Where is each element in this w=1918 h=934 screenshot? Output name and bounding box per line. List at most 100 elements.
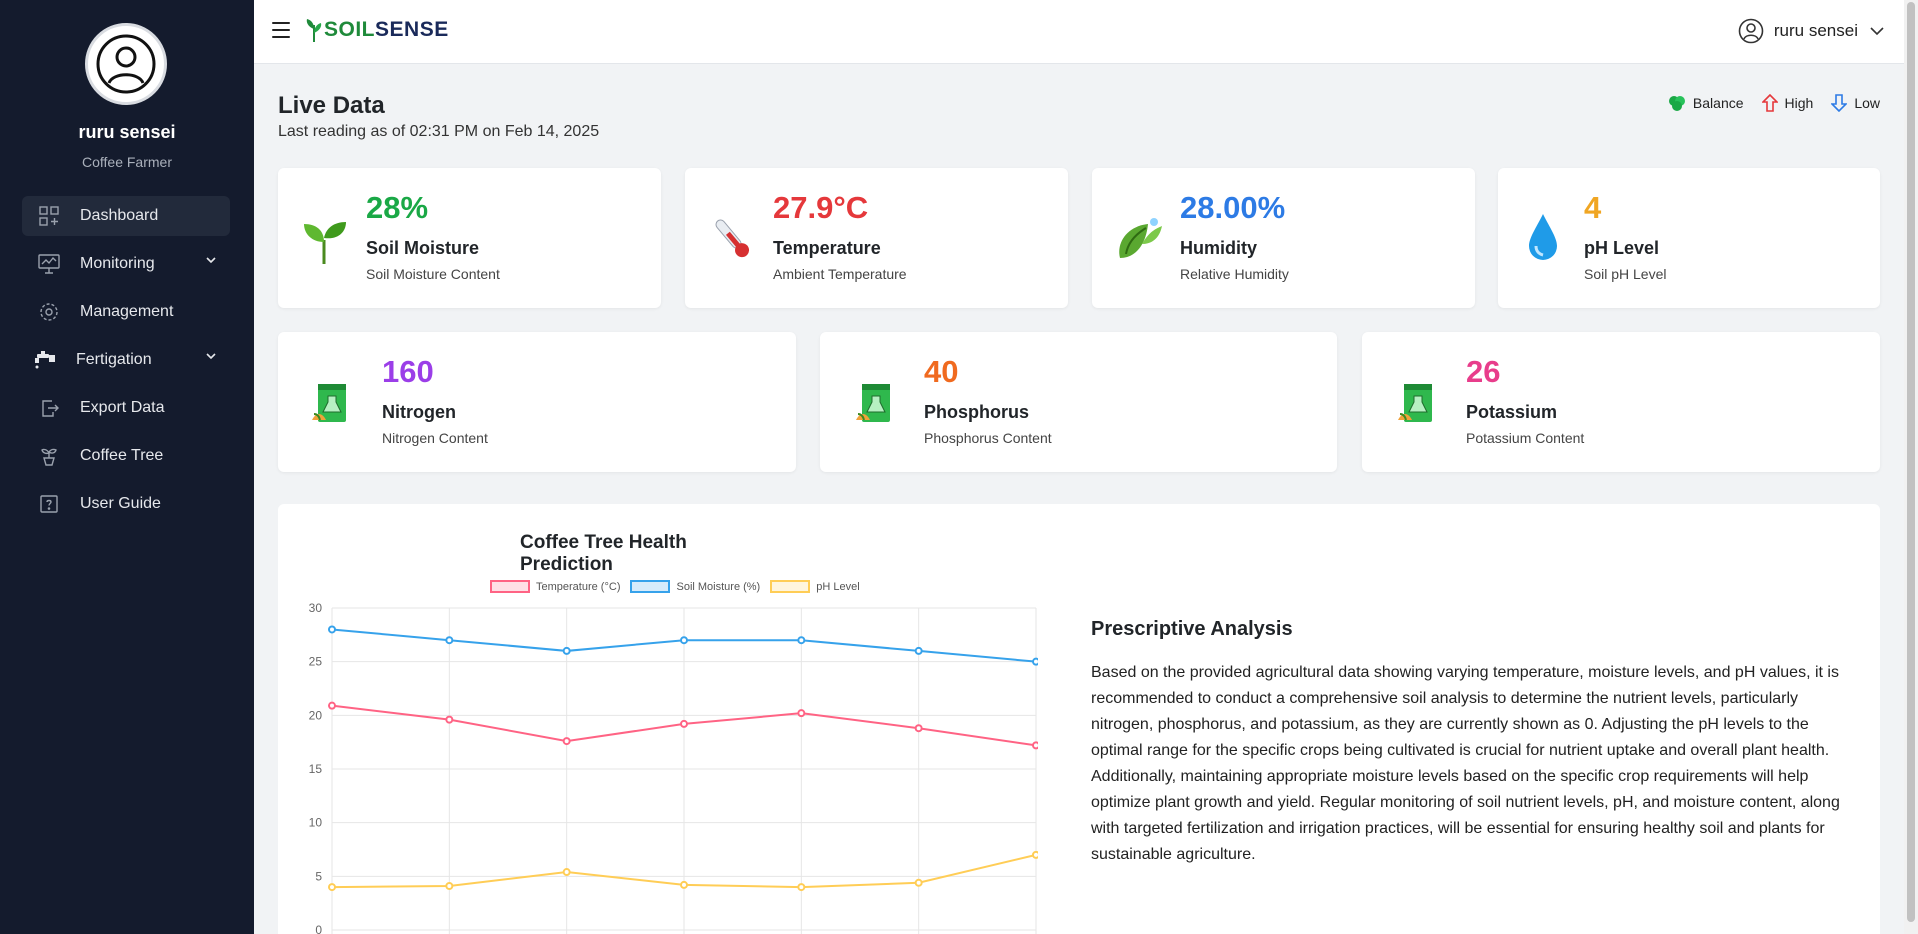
plant-icon	[38, 445, 60, 467]
soil-moisture-label: Soil Moisture	[366, 238, 480, 258]
help-icon	[38, 493, 60, 515]
y-tick-label: 20	[309, 708, 323, 722]
status-legend: Balance High Low	[1650, 94, 1880, 112]
export-icon	[38, 397, 60, 419]
data-point	[1032, 657, 1038, 666]
potassium-value: 26	[1466, 354, 1501, 389]
card-soil-moisture[interactable]: 28% Soil Moisture Soil Moisture Content	[278, 168, 661, 308]
app-logo[interactable]: SOIL SENSE	[304, 17, 449, 43]
leaf-droplet-icon	[1119, 218, 1162, 258]
logo-text-soil: SOIL	[324, 18, 376, 41]
card-phosphorus[interactable]: 40 Phosphorus Phosphorus Content	[820, 332, 1337, 472]
sidebar-item-monitoring[interactable]: Monitoring	[22, 244, 230, 284]
sidebar-item-dashboard[interactable]: Dashboard	[22, 196, 230, 236]
data-point	[1032, 850, 1038, 859]
fertilizer-bag-icon	[312, 384, 346, 422]
hamburger-menu-icon[interactable]	[272, 22, 290, 38]
soil-moisture-sub: Soil Moisture Content	[366, 266, 500, 282]
ph-level-label: pH Level	[1584, 238, 1660, 258]
sidebar-item-label: Dashboard	[80, 207, 159, 224]
line-chart[interactable]: 0 5 10 15 20 25 30	[278, 584, 1038, 934]
humidity-label: Humidity	[1180, 238, 1258, 258]
sidebar-item-fertigation[interactable]: Fertigation	[22, 340, 230, 380]
nitrogen-value: 160	[382, 354, 434, 389]
data-point	[328, 701, 336, 710]
y-tick-label: 5	[315, 869, 322, 883]
sidebar-item-label: Management	[80, 303, 174, 320]
data-point	[914, 646, 923, 655]
legend-low: Low	[1831, 94, 1880, 112]
arrow-up-icon	[1761, 94, 1778, 112]
chart-title: Coffee Tree Health Prediction	[520, 532, 687, 575]
dashboard-icon	[38, 205, 60, 227]
user-menu-name: ruru sensei	[1773, 21, 1858, 40]
temperature-value: 27.9°C	[773, 190, 869, 225]
fertilizer-bag-icon	[1398, 384, 1432, 422]
card-temperature[interactable]: 27.9°C Temperature Ambient Temperature	[685, 168, 1068, 308]
sidebar-item-coffee-tree[interactable]: Coffee Tree	[22, 436, 230, 476]
data-point	[328, 883, 336, 892]
sidebar-item-label: User Guide	[80, 495, 161, 512]
sidebar-item-user-guide[interactable]: User Guide	[22, 484, 230, 524]
page-title: Live Data	[278, 92, 385, 119]
y-tick-label: 15	[309, 762, 323, 776]
fertilizer-bag-icon	[856, 384, 890, 422]
phosphorus-value: 40	[924, 354, 959, 389]
sidebar-user-role: Coffee Farmer	[82, 154, 172, 170]
data-point	[445, 881, 454, 890]
sidebar-user-name: ruru sensei	[78, 122, 176, 142]
monitor-icon	[38, 253, 60, 275]
top-bar: SOIL SENSE ruru sensei	[254, 0, 1904, 64]
humidity-sub: Relative Humidity	[1180, 266, 1289, 282]
sidebar-item-export-data[interactable]: Export Data	[22, 388, 230, 428]
data-point	[562, 737, 571, 746]
leaf-logo-icon	[306, 19, 322, 42]
card-nitrogen[interactable]: 160 Nitrogen Nitrogen Content	[278, 332, 796, 472]
sidebar-item-label: Coffee Tree	[80, 447, 164, 464]
card-ph-level[interactable]: 4 pH Level Soil pH Level	[1498, 168, 1880, 308]
ph-level-sub: Soil pH Level	[1584, 266, 1667, 282]
thermometer-icon	[715, 219, 750, 258]
data-point	[680, 719, 688, 728]
vertical-scrollbar[interactable]	[1904, 0, 1918, 934]
data-point	[328, 625, 336, 634]
y-tick-label: 0	[315, 923, 322, 934]
user-avatar-icon	[96, 34, 156, 94]
faucet-icon	[34, 349, 56, 371]
data-point	[680, 880, 688, 889]
temperature-sub: Ambient Temperature	[773, 266, 907, 282]
chevron-down-icon	[206, 353, 216, 360]
y-tick-label: 10	[309, 816, 323, 830]
soil-moisture-value: 28%	[366, 190, 429, 225]
user-circle-icon	[1738, 18, 1764, 44]
data-point	[445, 636, 454, 645]
potassium-label: Potassium	[1466, 402, 1558, 422]
card-potassium[interactable]: 26 Potassium Potassium Content	[1362, 332, 1880, 472]
last-reading-timestamp: Last reading as of 02:31 PM on Feb 14, 2…	[278, 123, 600, 140]
balance-leaf-icon	[1668, 96, 1685, 111]
data-point	[914, 724, 923, 733]
avatar[interactable]	[85, 23, 167, 105]
user-menu-dropdown[interactable]: ruru sensei	[1738, 18, 1884, 44]
y-tick-label: 30	[309, 601, 323, 615]
nitrogen-label: Nitrogen	[382, 402, 456, 422]
sidebar-item-label: Export Data	[80, 399, 165, 416]
chevron-down-icon	[1870, 26, 1884, 35]
data-point	[445, 715, 454, 724]
data-point	[1032, 741, 1038, 750]
nitrogen-sub: Nitrogen Content	[382, 430, 488, 446]
phosphorus-label: Phosphorus	[924, 402, 1030, 422]
card-humidity[interactable]: 28.00% Humidity Relative Humidity	[1092, 168, 1475, 308]
sidebar-item-management[interactable]: Management	[22, 292, 230, 332]
health-prediction-card: Coffee Tree Health Prediction Temperatur…	[278, 504, 1880, 934]
legend-high: High	[1761, 94, 1813, 112]
chevron-down-icon	[206, 257, 216, 264]
sidebar-nav: Dashboard Monitoring Management Fertigat…	[22, 196, 230, 532]
temperature-label: Temperature	[773, 238, 881, 258]
data-point	[562, 868, 571, 877]
data-point	[562, 646, 571, 655]
legend-balance: Balance	[1668, 94, 1744, 112]
sidebar-item-label: Monitoring	[80, 255, 155, 272]
data-point	[914, 878, 923, 887]
arrow-down-icon	[1831, 94, 1848, 112]
